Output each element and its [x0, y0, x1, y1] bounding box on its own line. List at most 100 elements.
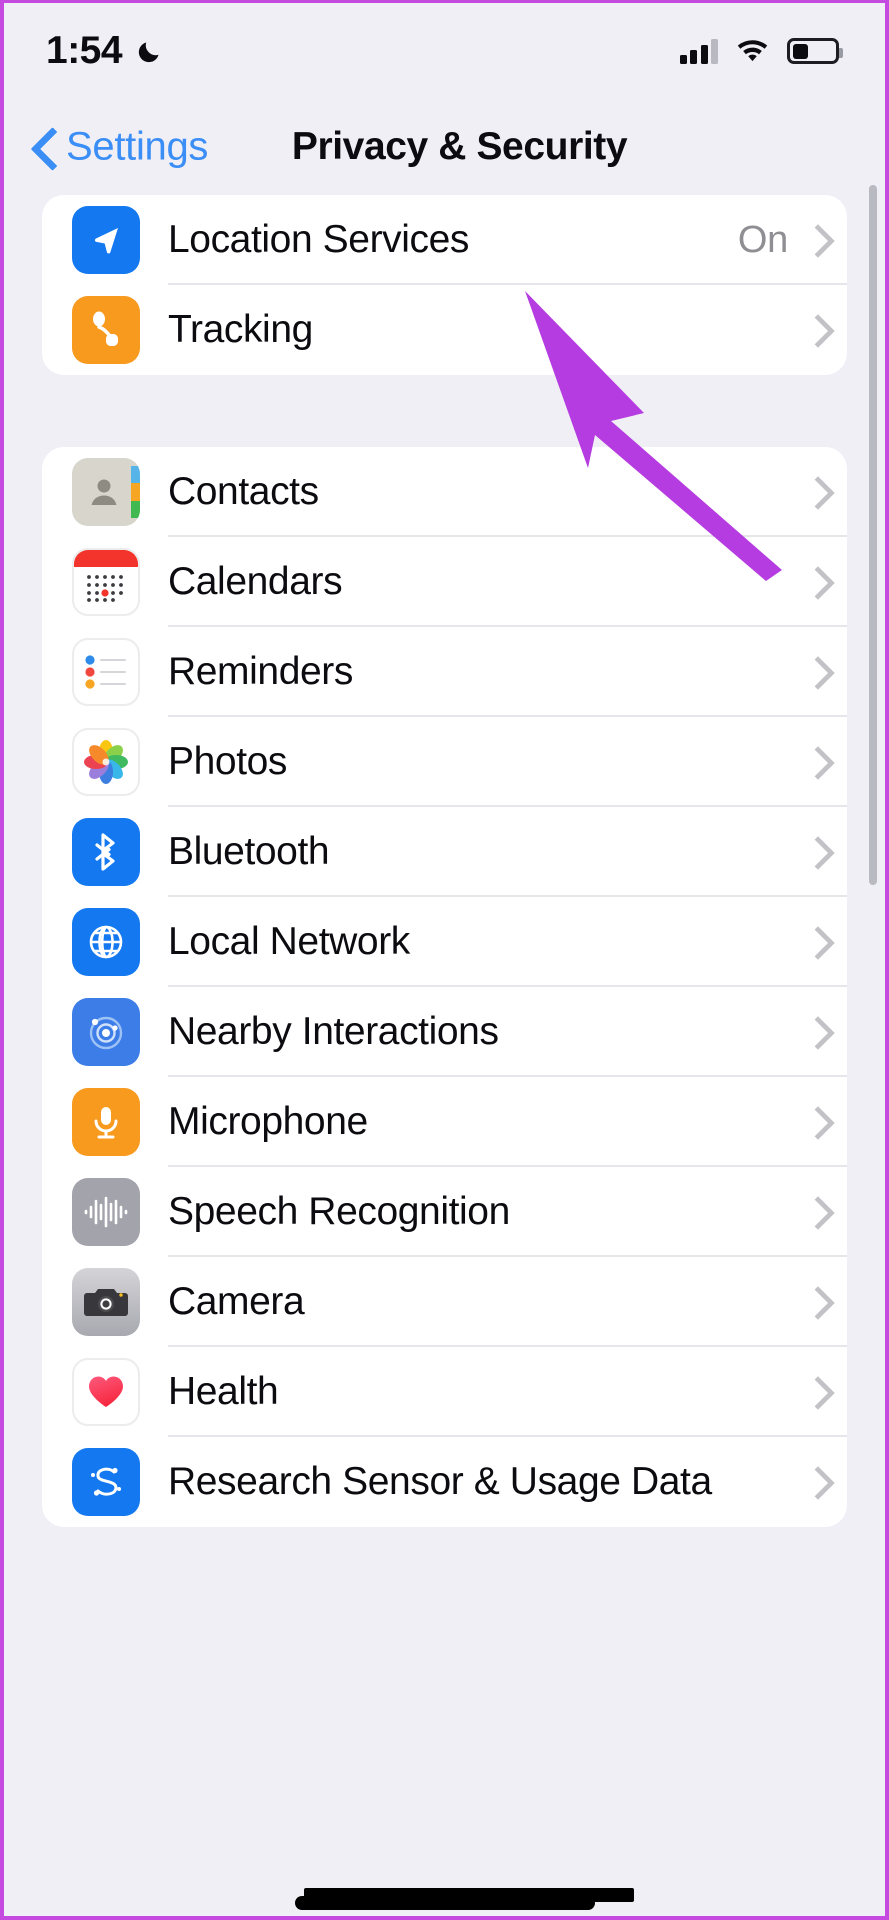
tracking-icon: [72, 296, 140, 364]
home-indicator: [294, 1896, 595, 1910]
settings-row-nearby-interactions[interactable]: Nearby Interactions: [42, 987, 847, 1077]
research-sensor-icon: [72, 1448, 140, 1516]
settings-row-camera[interactable]: Camera: [42, 1257, 847, 1347]
settings-row-microphone[interactable]: Microphone: [42, 1077, 847, 1167]
app-permissions-section: Contacts Calendars Reminders Photos Blue…: [42, 447, 847, 1527]
status-bar-right: [679, 36, 843, 67]
chevron-right-icon: [806, 1378, 821, 1406]
settings-row-label: Calendars: [168, 560, 343, 603]
settings-row-accessory: On: [738, 219, 821, 262]
battery-icon: [787, 38, 843, 64]
settings-row-label: Tracking: [168, 308, 313, 351]
settings-row-accessory: [788, 316, 821, 344]
settings-row-accessory: [788, 1378, 821, 1406]
privacy-top-section: Location Services On Tracking: [42, 195, 847, 375]
chevron-right-icon: [806, 1198, 821, 1226]
crescent-moon-icon: [136, 37, 164, 65]
settings-row-label: Nearby Interactions: [168, 1010, 499, 1053]
settings-row-label: Local Network: [168, 920, 410, 963]
settings-row-content: Calendars: [168, 537, 847, 627]
settings-row-value: On: [737, 218, 788, 261]
chevron-right-icon: [806, 928, 821, 956]
status-bar-clock: 1:54: [46, 29, 123, 72]
chevron-right-icon: [806, 226, 821, 254]
settings-row-content: Camera: [168, 1257, 847, 1347]
settings-row-speech-recognition[interactable]: Speech Recognition: [42, 1167, 847, 1257]
settings-row-content: Research Sensor & Usage Data: [168, 1437, 847, 1527]
chevron-right-icon: [806, 316, 821, 344]
photos-icon: [72, 728, 140, 796]
status-bar: 1:54: [4, 3, 885, 99]
camera-icon: [72, 1268, 140, 1336]
chevron-right-icon: [806, 658, 821, 686]
chevron-right-icon: [806, 1468, 821, 1496]
settings-row-content: Nearby Interactions: [168, 987, 847, 1077]
settings-row-label: Speech Recognition: [168, 1190, 510, 1233]
settings-row-reminders[interactable]: Reminders: [42, 627, 847, 717]
settings-row-accessory: [788, 838, 821, 866]
settings-row-contacts[interactable]: Contacts: [42, 447, 847, 537]
settings-row-content: Photos: [168, 717, 847, 807]
settings-row-health[interactable]: Health: [42, 1347, 847, 1437]
wifi-icon: [735, 36, 770, 67]
settings-row-content: Health: [168, 1347, 847, 1437]
settings-row-accessory: [788, 748, 821, 776]
settings-row-content: Location Services On: [168, 195, 847, 285]
settings-row-label: Camera: [168, 1280, 305, 1323]
settings-row-content: Tracking: [168, 285, 847, 375]
signal-bars-icon: [679, 38, 718, 64]
settings-row-accessory: [788, 478, 821, 506]
page-title: Privacy & Security: [291, 125, 628, 168]
settings-scroll-view[interactable]: Location Services On Tracking Contacts C…: [4, 195, 885, 1916]
microphone-icon: [72, 1088, 140, 1156]
settings-row-accessory: [788, 1288, 821, 1316]
settings-row-tracking[interactable]: Tracking: [42, 285, 847, 375]
chevron-right-icon: [806, 838, 821, 866]
chevron-right-icon: [806, 1108, 821, 1136]
settings-row-content: Contacts: [168, 447, 847, 537]
nearby-radar-icon: [72, 998, 140, 1066]
status-bar-left: 1:54: [46, 29, 164, 73]
settings-row-location-services[interactable]: Location Services On: [42, 195, 847, 285]
settings-row-label: Location Services: [168, 218, 470, 261]
settings-row-accessory: [788, 1018, 821, 1046]
settings-row-label: Research Sensor & Usage Data: [168, 1460, 712, 1503]
settings-row-local-network[interactable]: Local Network: [42, 897, 847, 987]
calendar-icon: [72, 548, 140, 616]
vertical-scrollbar[interactable]: [869, 185, 877, 885]
navigation-bar: Settings Privacy & Security: [4, 99, 885, 195]
settings-row-label: Contacts: [168, 470, 319, 513]
chevron-right-icon: [806, 1018, 821, 1046]
settings-row-content: Microphone: [168, 1077, 847, 1167]
bluetooth-icon: [72, 818, 140, 886]
settings-row-label: Bluetooth: [168, 830, 330, 873]
chevron-right-icon: [806, 478, 821, 506]
contacts-tabs: [131, 466, 140, 518]
phone-screenshot-frame: 1:54 Settings Privacy & Security Locatio…: [0, 0, 889, 1920]
settings-row-label: Photos: [168, 740, 288, 783]
waveform-icon: [72, 1178, 140, 1246]
settings-row-label: Reminders: [168, 650, 353, 693]
globe-network-icon: [72, 908, 140, 976]
settings-row-bluetooth[interactable]: Bluetooth: [42, 807, 847, 897]
settings-row-accessory: [788, 658, 821, 686]
settings-row-accessory: [788, 928, 821, 956]
settings-row-research-sensor-usage-data[interactable]: Research Sensor & Usage Data: [42, 1437, 847, 1527]
settings-row-accessory: [788, 1198, 821, 1226]
chevron-right-icon: [806, 1288, 821, 1316]
settings-row-content: Bluetooth: [168, 807, 847, 897]
heart-icon: [72, 1358, 140, 1426]
settings-row-label: Microphone: [168, 1100, 368, 1143]
contacts-icon: [72, 458, 140, 526]
settings-row-accessory: [788, 568, 821, 596]
settings-row-content: Local Network: [168, 897, 847, 987]
reminders-icon: [72, 638, 140, 706]
settings-row-accessory: [788, 1108, 821, 1136]
settings-row-content: Speech Recognition: [168, 1167, 847, 1257]
settings-row-photos[interactable]: Photos: [42, 717, 847, 807]
location-arrow-icon: [72, 206, 140, 274]
settings-row-accessory: [788, 1468, 821, 1496]
settings-row-calendars[interactable]: Calendars: [42, 537, 847, 627]
settings-row-label: Health: [168, 1370, 279, 1413]
